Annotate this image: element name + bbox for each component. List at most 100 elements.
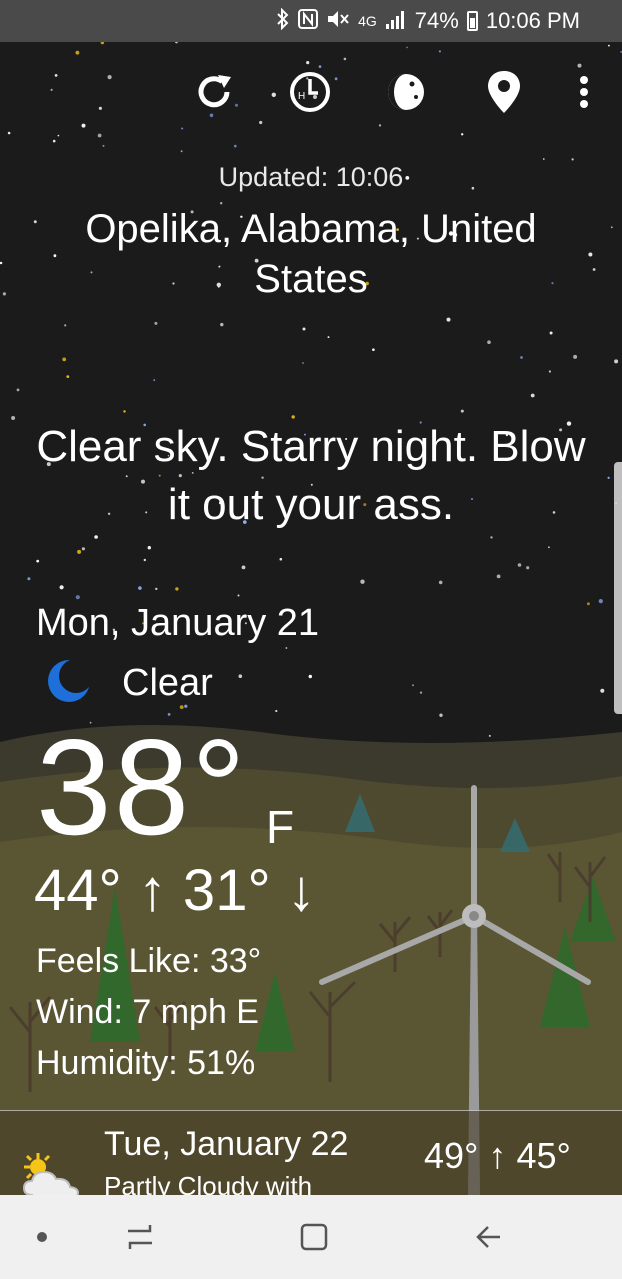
star <box>57 134 60 137</box>
condition-row: Clear <box>46 658 213 708</box>
star <box>446 317 451 322</box>
star <box>238 674 243 678</box>
bluetooth-icon <box>276 7 290 34</box>
temperature-unit[interactable]: F <box>266 800 294 854</box>
star <box>33 220 37 224</box>
weather-quip: Clear sky. Starry night. Blow it out you… <box>36 422 586 529</box>
today-date: Mon, January 21 <box>36 602 320 644</box>
star <box>66 375 70 378</box>
location-pin-icon[interactable] <box>478 66 530 118</box>
star <box>27 577 31 581</box>
star <box>573 354 578 359</box>
star <box>517 563 522 567</box>
humidity: Humidity: 51% <box>36 1044 256 1082</box>
updated-time: Updated: 10:06 <box>218 162 404 192</box>
star <box>285 647 288 649</box>
star <box>220 322 224 327</box>
star <box>59 585 64 590</box>
star <box>181 127 184 130</box>
toolbar: H <box>0 66 622 118</box>
hourly-clock-icon[interactable]: H <box>284 66 336 118</box>
star <box>81 123 86 128</box>
condition-label: Clear <box>122 661 213 704</box>
star <box>52 139 56 143</box>
status-bar: 4G 74% 10:06 PM <box>0 0 622 42</box>
star <box>571 158 574 161</box>
star <box>543 158 545 160</box>
star <box>75 50 80 55</box>
star <box>155 587 158 591</box>
star <box>530 393 535 398</box>
star <box>81 547 85 551</box>
star <box>153 379 156 381</box>
home-icon[interactable] <box>292 1215 336 1259</box>
back-icon[interactable] <box>466 1215 510 1259</box>
star <box>154 321 158 325</box>
star <box>36 559 40 563</box>
star <box>607 476 610 479</box>
forecast-row[interactable]: Tue, January 22 Partly Cloudy with 49° ↑… <box>0 1111 622 1195</box>
star <box>241 565 246 570</box>
star <box>138 586 142 590</box>
battery-percent: 74% <box>414 8 459 33</box>
star <box>461 133 464 136</box>
star <box>123 410 126 413</box>
star <box>64 324 67 327</box>
star <box>327 336 330 339</box>
current-temperature: 38° <box>36 711 248 863</box>
star <box>496 574 501 579</box>
moon-phase-icon[interactable] <box>380 66 432 118</box>
star <box>180 150 183 153</box>
signal-icon <box>385 8 407 34</box>
star <box>237 594 240 597</box>
star <box>16 388 20 392</box>
nfc-icon <box>298 9 319 33</box>
star <box>588 252 593 257</box>
navigation-bar <box>0 1195 622 1279</box>
star <box>587 602 590 606</box>
star <box>439 713 443 717</box>
star <box>438 50 441 53</box>
forecast-temps: 49° ↑ 45° <box>424 1135 571 1176</box>
star <box>302 327 306 331</box>
recents-icon[interactable] <box>118 1215 162 1259</box>
svg-text:H: H <box>298 91 305 102</box>
forecast-date: Tue, January 22 <box>104 1125 349 1163</box>
star <box>7 131 11 135</box>
overflow-menu-icon[interactable] <box>558 66 610 118</box>
star <box>360 579 365 584</box>
star <box>412 684 414 687</box>
scroll-handle[interactable] <box>614 462 622 714</box>
star <box>592 268 596 271</box>
star <box>372 348 375 352</box>
star <box>406 46 408 49</box>
star <box>2 292 6 296</box>
dot-indicator-icon[interactable] <box>20 1215 64 1259</box>
star <box>548 370 552 373</box>
refresh-icon[interactable] <box>188 66 240 118</box>
star <box>548 546 550 549</box>
star <box>147 546 151 550</box>
star <box>487 340 491 345</box>
star <box>520 356 523 359</box>
partly-cloudy-icon <box>18 1151 84 1195</box>
star <box>143 558 146 562</box>
high-low-temperature: 44° ↑ 31° ↓ <box>34 858 316 923</box>
star <box>275 709 278 713</box>
star <box>608 44 610 47</box>
star <box>175 587 179 591</box>
feels-like: Feels Like: 33° <box>36 942 262 980</box>
star <box>343 57 347 61</box>
star <box>302 362 304 364</box>
wind: Wind: 7 mph E <box>36 993 259 1031</box>
star <box>62 357 67 362</box>
star <box>419 691 423 694</box>
star <box>175 42 178 44</box>
location-name[interactable]: Opelika, Alabama, United States <box>60 204 562 304</box>
battery-icon <box>466 11 478 31</box>
star <box>598 599 603 604</box>
star <box>438 580 443 585</box>
star <box>488 734 491 737</box>
star <box>600 688 605 693</box>
status-icons: 4G 74% 10:06 PM <box>276 6 580 36</box>
